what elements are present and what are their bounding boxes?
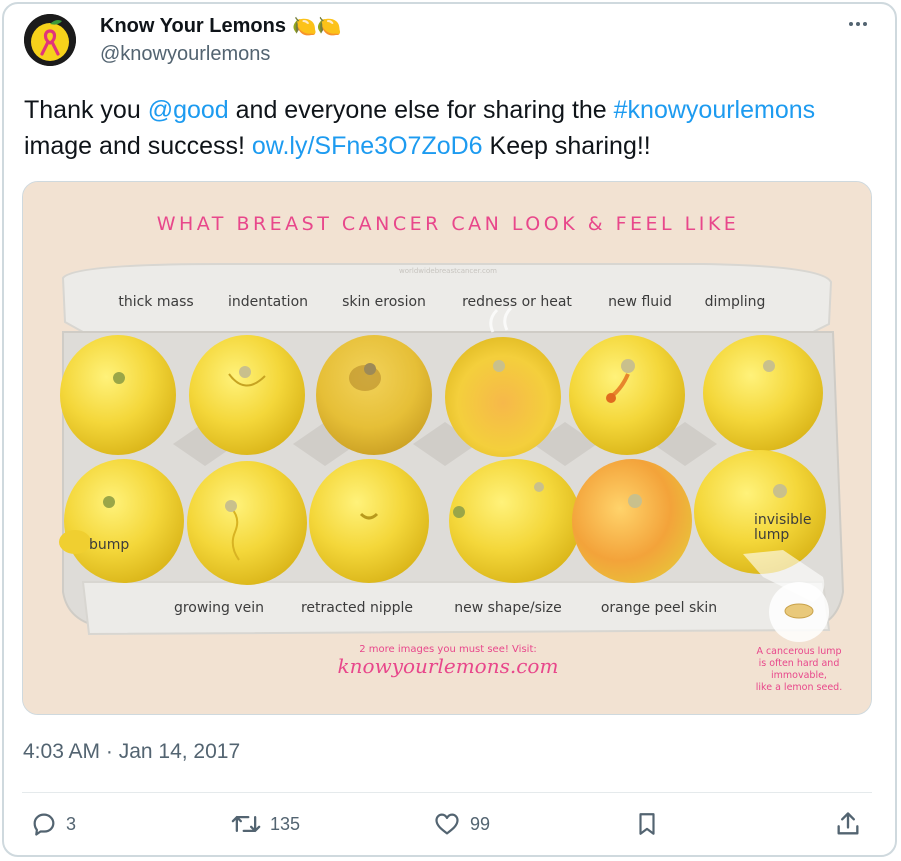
lemon-stem: [113, 372, 125, 384]
lemon-orange-peel-skin: [572, 459, 692, 583]
bookmark-icon: [639, 813, 655, 835]
divider: [22, 792, 872, 793]
image-title: WHAT BREAST CANCER CAN LOOK & FEEL LIKE: [157, 213, 740, 235]
lemon-emoji: 🍋🍋: [291, 16, 342, 38]
bump-mark: [59, 530, 91, 554]
seed-note-line: is often hard and: [759, 658, 840, 669]
lemon-dimpling: [703, 335, 823, 451]
tweet-text-part: Keep sharing!!: [482, 132, 651, 160]
lemon-thick-mass: [60, 335, 176, 455]
label-new-fluid: new fluid: [608, 294, 672, 310]
tweet-text: Thank you @good and everyone else for sh…: [24, 92, 874, 164]
author-name[interactable]: Know Your Lemons 🍋🍋: [100, 14, 342, 39]
label-redness-or-heat: redness or heat: [462, 294, 572, 310]
tweet-text-part: and everyone else for sharing the: [228, 96, 614, 124]
more-dot: [856, 22, 860, 26]
reply-button[interactable]: 3: [30, 810, 76, 838]
lemon-skin-erosion: [316, 335, 432, 455]
author-handle[interactable]: @knowyourlemons: [100, 43, 270, 66]
lemon-stem: [628, 494, 642, 508]
hashtag-link[interactable]: #knowyourlemons: [614, 96, 816, 124]
retweet-count: 135: [270, 813, 301, 834]
like-count: 99: [470, 813, 491, 834]
seed-note-line: A cancerous lump: [756, 646, 841, 657]
reply-count: 3: [66, 813, 77, 834]
author-name-text[interactable]: Know Your Lemons: [100, 15, 286, 38]
pink-ribbon-lemon-logo: [24, 14, 76, 66]
lemon-redness-or-heat: [445, 337, 561, 457]
lemon-indentation: [189, 335, 305, 455]
retweet-button[interactable]: 135: [230, 810, 300, 838]
heart-icon: [435, 813, 459, 835]
tweet-image[interactable]: WHAT BREAST CANCER CAN LOOK & FEEL LIKE …: [22, 181, 872, 715]
lemon-new-shape: [449, 459, 581, 583]
lemon-retracted-nipple: [309, 459, 429, 583]
label-thick-mass: thick mass: [118, 294, 193, 310]
lemon-stem: [534, 482, 544, 492]
label-growing-vein: growing vein: [174, 600, 264, 616]
lemon-growing-vein: [187, 461, 307, 585]
more-dot: [863, 22, 867, 26]
more-dots-icon: [849, 22, 853, 26]
fluid-drop: [606, 393, 616, 403]
avatar[interactable]: [24, 14, 76, 66]
label-new-shape-size: new shape/size: [454, 600, 562, 616]
lemon-stem: [453, 506, 465, 518]
bookmark-button[interactable]: [634, 810, 660, 838]
lemon-stem: [103, 496, 115, 508]
seed-note-line: like a lemon seed.: [756, 682, 842, 693]
like-button[interactable]: 99: [432, 810, 490, 838]
label-invisible: invisible: [754, 512, 812, 528]
lemon-seed: [784, 603, 814, 619]
lemon-bump: [64, 459, 184, 583]
lemon-stem: [225, 500, 237, 512]
mention-link[interactable]: @good: [148, 96, 229, 124]
label-orange-peel-skin: orange peel skin: [601, 600, 717, 616]
share-button[interactable]: [834, 810, 862, 838]
url-link[interactable]: ow.ly/SFne3O7ZoD6: [252, 132, 483, 160]
lemon-stem: [621, 359, 635, 373]
tweet-text-part: image and success!: [24, 132, 252, 160]
lemon-stem: [493, 360, 505, 372]
label-indentation: indentation: [228, 294, 308, 310]
tweet-text-part: Thank you: [24, 96, 148, 124]
lemon-stem: [239, 366, 251, 378]
lemon-new-fluid: [569, 335, 685, 455]
promo-url: knowyourlemons.com: [338, 654, 559, 678]
seed-note-line: immovable,: [771, 670, 827, 681]
share-icon: [837, 812, 859, 835]
label-dimpling: dimpling: [705, 294, 766, 310]
lemon-stem: [763, 360, 775, 372]
retweet-icon: [231, 816, 261, 832]
lemon-carton-illustration: WHAT BREAST CANCER CAN LOOK & FEEL LIKE …: [23, 182, 871, 714]
lemon-stem: [364, 363, 376, 375]
label-retracted-nipple: retracted nipple: [301, 600, 413, 616]
lemon-stem: [773, 484, 787, 498]
label-bump: bump: [89, 537, 129, 553]
label-skin-erosion: skin erosion: [342, 294, 426, 310]
carton-watermark: worldwidebreastcancer.com: [399, 267, 497, 275]
more-options-button[interactable]: [845, 12, 871, 36]
tweet-timestamp[interactable]: 4:03 AM · Jan 14, 2017: [23, 740, 240, 764]
label-lump: lump: [754, 527, 789, 543]
reply-icon: [33, 813, 55, 836]
